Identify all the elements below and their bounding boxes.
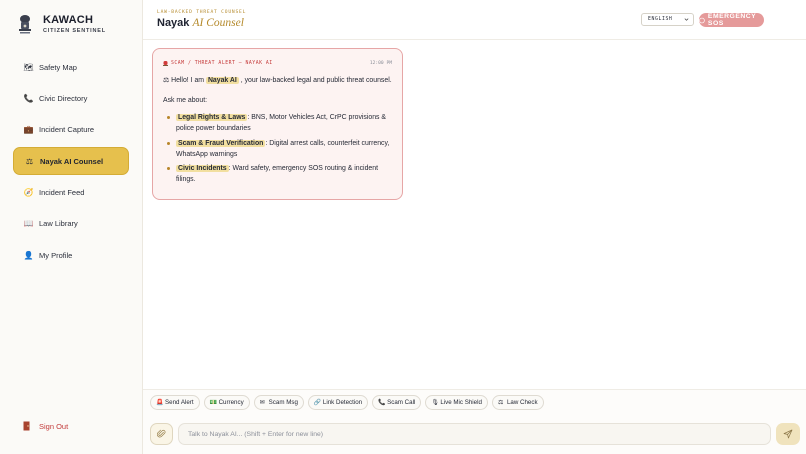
quick-action-label: Law Check	[506, 399, 538, 406]
topic-title: Legal Rights & Laws	[176, 114, 248, 121]
page-kicker: LAW-BACKED THREAT COUNSEL	[157, 10, 247, 15]
page-title-main: Nayak	[157, 17, 190, 29]
sidebar-nav: 🗺 Safety Map 📞 Civic Directory 💼 Incident Cap…	[13, 53, 129, 273]
message-tag-label: SCAM / THREAT ALERT — NAYAK AI	[171, 60, 273, 66]
topic-item: Legal Rights & Laws: BNS, Motor Vehicles…	[167, 112, 395, 134]
phone-icon: 📞	[23, 93, 34, 103]
chat-input-placeholder: Talk to Nayak AI... (Shift + Enter for n…	[188, 430, 324, 438]
topic-title: Civic Incidents	[176, 165, 229, 172]
chevron-down-icon	[684, 18, 689, 21]
siren-icon	[163, 61, 168, 66]
emergency-sos-button[interactable]: EMERGENCY SOS	[699, 13, 764, 27]
message-body: ⚖ Hello! I am Nayak AI , your law-backed…	[163, 75, 395, 189]
brand-name: KAWACH	[43, 14, 94, 26]
sidebar-item-label: Incident Capture	[39, 125, 95, 135]
brand-subtitle: CITIZEN SENTINEL	[43, 28, 106, 34]
chat-input[interactable]: Talk to Nayak AI... (Shift + Enter for n…	[178, 423, 771, 445]
sidebar-item-my-profile[interactable]: 👤 My Profile	[13, 241, 129, 269]
sidebar-item-label: Safety Map	[39, 62, 77, 72]
quick-action-label: Currency	[218, 399, 244, 406]
page-title: Nayak AI Counsel	[157, 17, 244, 29]
greeting-prefix: ⚖ Hello! I am	[163, 77, 205, 84]
quick-action-law-check[interactable]: ⚖ Law Check	[491, 395, 544, 410]
scales-icon: ⚖	[25, 156, 34, 166]
send-button[interactable]	[776, 423, 800, 445]
message-icon: ✉	[259, 400, 265, 406]
national-emblem-icon	[19, 15, 31, 34]
quick-action-label: Scam Call	[387, 399, 416, 406]
user-icon: 👤	[23, 250, 34, 260]
language-select[interactable]: ENGLISH	[641, 13, 694, 26]
topic-item: Civic Incidents: Ward safety, emergency …	[167, 163, 395, 185]
door-icon	[23, 421, 30, 431]
compass-icon: 🧭	[23, 188, 34, 198]
quick-action-label: Link Detection	[322, 399, 363, 406]
sidebar-item-label: Law Library	[39, 219, 78, 229]
brand: KAWACH CITIZEN SENTINEL	[15, 13, 106, 35]
assistant-name: Nayak AI	[205, 77, 239, 84]
sidebar-item-nayak-ai-counsel[interactable]: ⚖ Nayak AI Counsel	[13, 147, 129, 176]
quick-action-label: Send Alert	[165, 399, 194, 406]
quick-action-label: Scam Msg	[268, 399, 298, 406]
send-icon	[783, 429, 793, 439]
sidebar-item-label: My Profile	[39, 250, 73, 260]
topic-title: Scam & Fraud Verification	[176, 139, 266, 147]
quick-action-scam-call[interactable]: 📞 Scam Call	[372, 395, 422, 410]
topic-item: Scam & Fraud Verification: Digital arres…	[167, 138, 395, 160]
quick-action-currency[interactable]: 💵 Currency	[203, 395, 250, 410]
message-time: 12:00 PM	[369, 61, 392, 66]
language-value: ENGLISH	[648, 17, 673, 22]
alert-circle-icon	[699, 17, 705, 23]
paperclip-icon	[157, 429, 166, 438]
quick-action-link-detection[interactable]: 🔗 Link Detection	[307, 395, 369, 410]
topic-list: Legal Rights & Laws: BNS, Motor Vehicles…	[163, 112, 395, 185]
alarm-icon: 🚨	[156, 400, 164, 406]
quick-action-send-alert[interactable]: 🚨 Send Alert	[150, 395, 200, 410]
page-title-accent: AI Counsel	[192, 17, 244, 29]
sidebar-item-civic-directory[interactable]: 📞 Civic Directory	[13, 84, 129, 112]
quick-action-scam-msg[interactable]: ✉ Scam Msg	[253, 395, 304, 410]
sign-out-button[interactable]: Sign Out	[23, 421, 68, 431]
quick-action-label: Live Mic Shield	[440, 399, 482, 406]
sign-out-label: Sign Out	[39, 421, 69, 431]
attach-button[interactable]	[150, 423, 173, 445]
sidebar-item-incident-capture[interactable]: 💼 Incident Capture	[13, 116, 129, 144]
banknote-icon: 💵	[209, 400, 218, 406]
phone-icon: 📞	[378, 400, 386, 406]
sidebar: KAWACH CITIZEN SENTINEL 🗺 Safety Map 📞 Civi…	[0, 0, 143, 454]
map-icon: 🗺	[23, 62, 34, 72]
assistant-message: SCAM / THREAT ALERT — NAYAK AI 12:00 PM …	[152, 48, 403, 200]
greeting-suffix: , your law-backed legal and public threa…	[240, 77, 392, 84]
sidebar-item-safety-map[interactable]: 🗺 Safety Map	[13, 53, 129, 81]
message-ask: Ask me about:	[163, 97, 208, 104]
scales-icon: ⚖	[497, 400, 504, 406]
sidebar-item-incident-feed[interactable]: 🧭 Incident Feed	[13, 179, 129, 207]
briefcase-icon: 💼	[23, 125, 34, 135]
quick-actions: 🚨 Send Alert 💵 Currency ✉ Scam Msg 🔗 Link Detec…	[150, 395, 548, 410]
sidebar-item-label: Incident Feed	[39, 188, 85, 198]
mic-icon: 🎙	[431, 400, 439, 406]
sidebar-item-label: Civic Directory	[39, 93, 88, 103]
emergency-sos-label: EMERGENCY SOS	[707, 13, 757, 27]
sidebar-item-label: Nayak AI Counsel	[40, 156, 104, 166]
message-tag: SCAM / THREAT ALERT — NAYAK AI	[163, 60, 273, 66]
book-icon: 📖	[23, 219, 34, 229]
message-greeting: ⚖ Hello! I am Nayak AI , your law-backed…	[163, 75, 395, 86]
quick-action-live-mic-shield[interactable]: 🎙 Live Mic Shield	[425, 395, 488, 410]
link-icon: 🔗	[313, 400, 322, 406]
page-header: LAW-BACKED THREAT COUNSEL Nayak AI Couns…	[143, 0, 806, 40]
sidebar-item-law-library[interactable]: 📖 Law Library	[13, 210, 129, 238]
